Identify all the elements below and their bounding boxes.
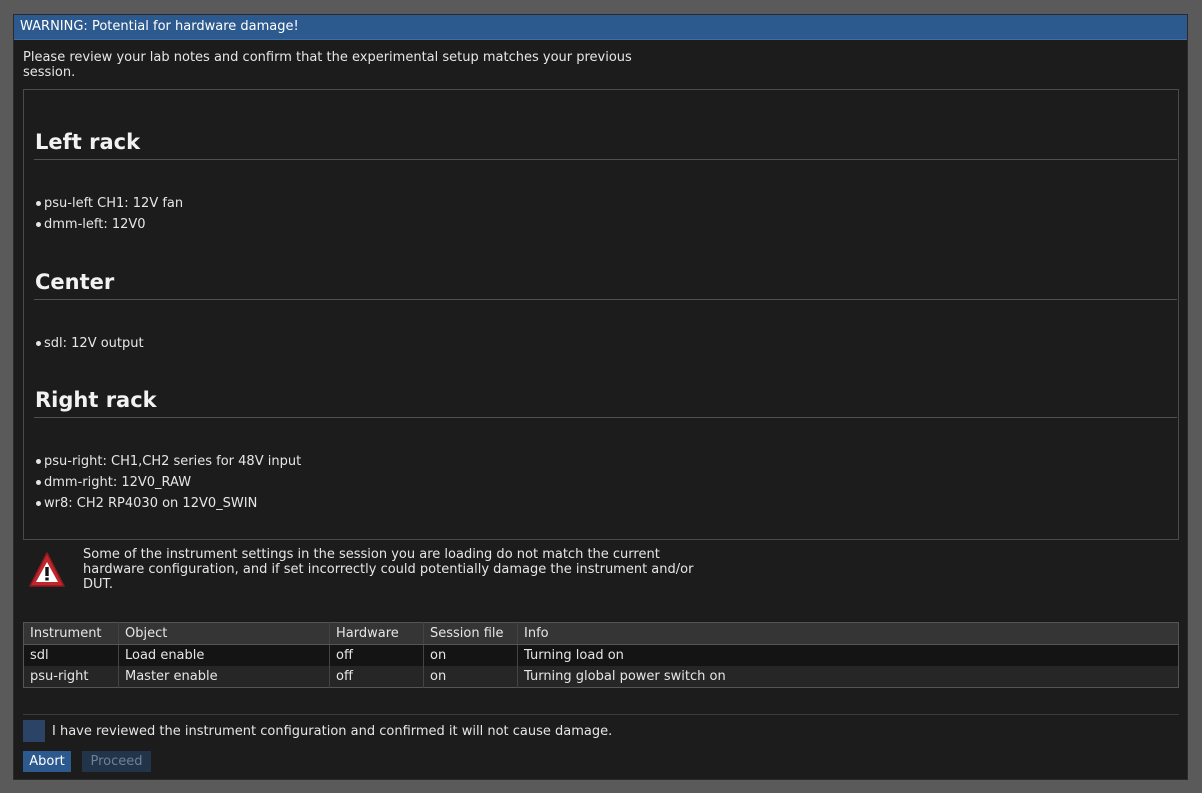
heading-rule — [34, 417, 1177, 418]
column-header-instrument: Instrument — [23, 622, 119, 645]
table-header-row: Instrument Object Hardware Session file … — [23, 622, 1179, 645]
heading-rule — [34, 299, 1177, 300]
confirm-checkbox-label[interactable]: I have reviewed the instrument configura… — [52, 724, 612, 739]
divider — [23, 714, 1179, 715]
warning-dialog: WARNING: Potential for hardware damage! … — [13, 14, 1188, 780]
confirm-checkbox[interactable] — [23, 720, 45, 742]
table-cell: sdl — [23, 644, 119, 666]
list-item: psu-right: CH1,CH2 series for 48V input — [24, 451, 301, 472]
column-header-object: Object — [118, 622, 330, 645]
list-item: dmm-right: 12V0_RAW — [24, 472, 301, 493]
section-heading-left-rack: Left rack — [35, 130, 141, 154]
table-row[interactable]: psu-right Master enable off on Turning g… — [23, 666, 1179, 688]
list-item: wr8: CH2 RP4030 on 12V0_SWIN — [24, 493, 301, 514]
table-cell: Master enable — [118, 666, 330, 688]
list-item: dmm-left: 12V0 — [24, 214, 183, 235]
table-cell: Turning global power switch on — [517, 666, 1179, 688]
table-cell: on — [423, 644, 518, 666]
list-item: sdl: 12V output — [24, 333, 144, 354]
column-header-hardware: Hardware — [329, 622, 424, 645]
left-rack-list: psu-left CH1: 12V fan dmm-left: 12V0 — [24, 193, 183, 235]
mismatch-table: Instrument Object Hardware Session file … — [23, 622, 1179, 688]
section-heading-right-rack: Right rack — [35, 388, 157, 412]
section-heading-center: Center — [35, 270, 115, 294]
proceed-button[interactable]: Proceed — [82, 751, 151, 772]
table-cell: on — [423, 666, 518, 688]
table-cell: Turning load on — [517, 644, 1179, 666]
list-item: psu-left CH1: 12V fan — [24, 193, 183, 214]
warning-message: Some of the instrument settings in the s… — [83, 547, 694, 592]
dialog-title: WARNING: Potential for hardware damage! — [14, 15, 1187, 40]
table-cell: Load enable — [118, 644, 330, 666]
table-cell: off — [329, 666, 424, 688]
column-header-session-file: Session file — [423, 622, 518, 645]
warning-triangle-icon — [29, 552, 65, 587]
table-cell: psu-right — [23, 666, 119, 688]
right-rack-list: psu-right: CH1,CH2 series for 48V input … — [24, 451, 301, 514]
table-row[interactable]: sdl Load enable off on Turning load on — [23, 644, 1179, 666]
intro-text: Please review your lab notes and confirm… — [23, 50, 632, 80]
column-header-info: Info — [517, 622, 1179, 645]
table-cell: off — [329, 644, 424, 666]
center-list: sdl: 12V output — [24, 333, 144, 354]
lab-notes-panel: Left rack psu-left CH1: 12V fan dmm-left… — [23, 89, 1179, 540]
heading-rule — [34, 159, 1177, 160]
abort-button[interactable]: Abort — [23, 751, 71, 772]
